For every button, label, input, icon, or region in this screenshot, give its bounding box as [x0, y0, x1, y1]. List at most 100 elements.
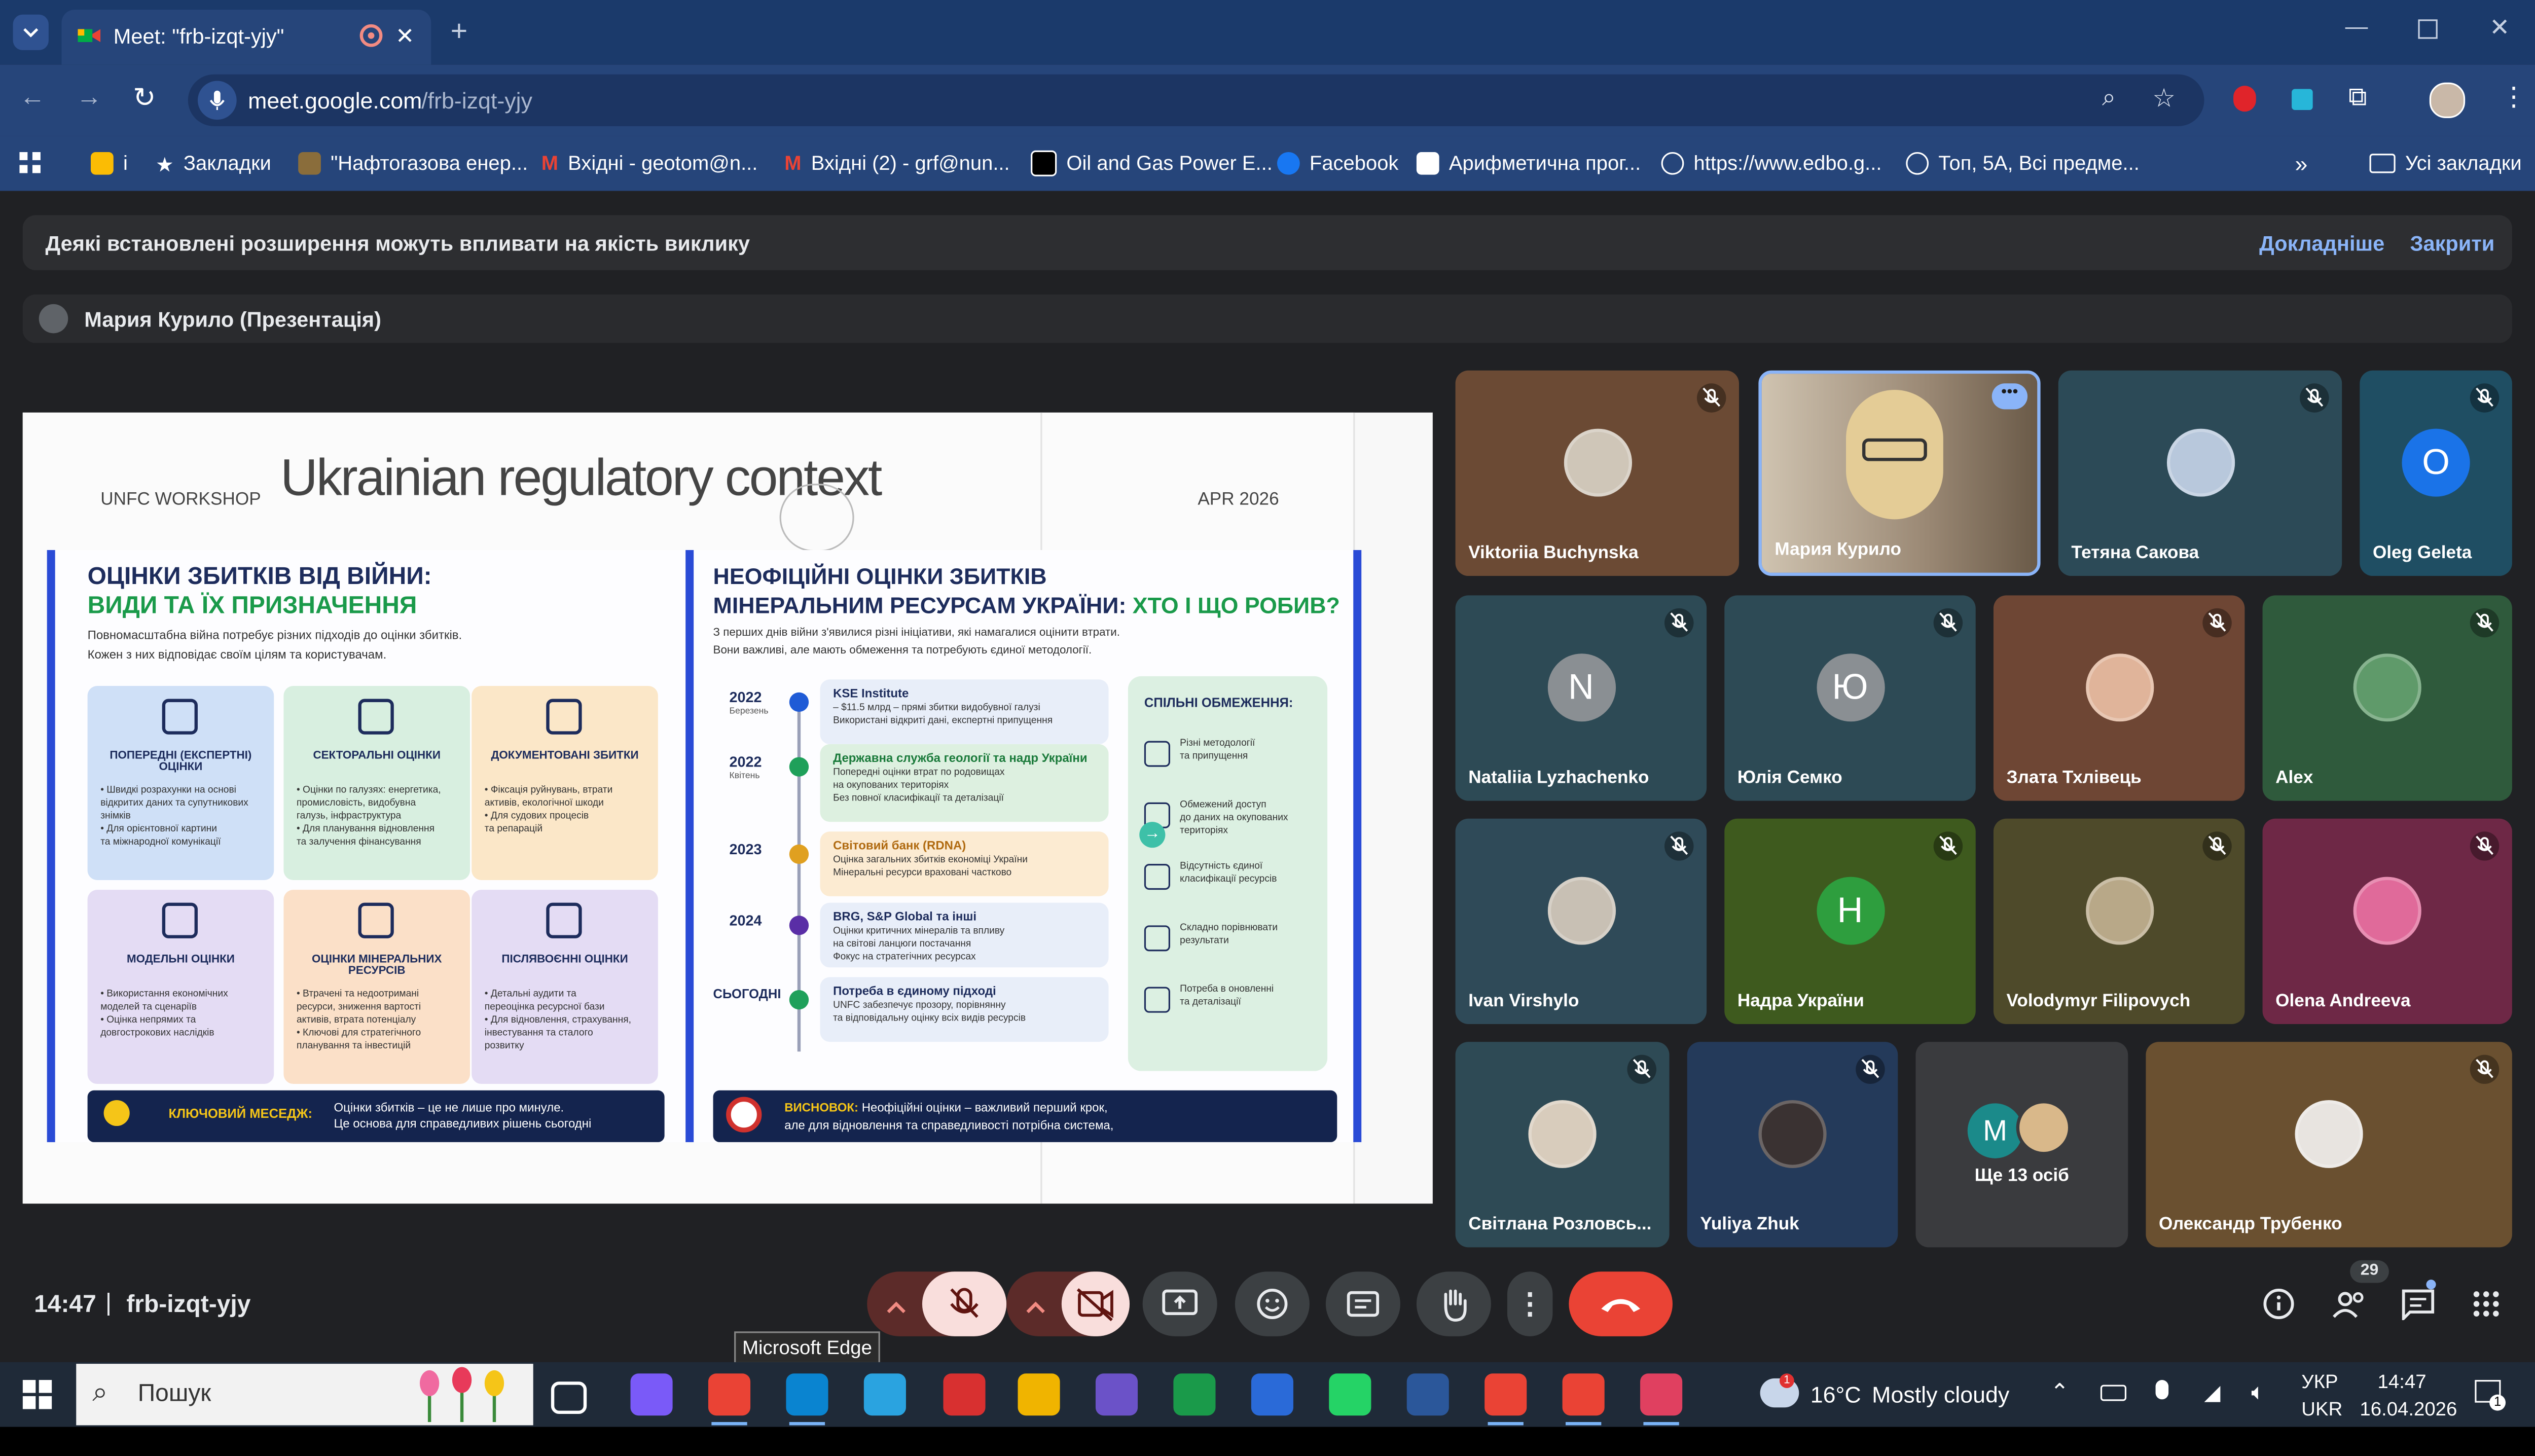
- browser-menu-icon[interactable]: ⋮: [2501, 81, 2526, 114]
- viber-icon[interactable]: [1095, 1373, 1138, 1416]
- participant-tile[interactable]: Олександр Трубенко: [2146, 1042, 2512, 1248]
- timeline-year: 2022: [729, 689, 762, 706]
- bookmarks-bar: і ★ Закладки "Нафтогазова енер... M Вхідні…: [0, 136, 2535, 191]
- participant-initial-avatar: O: [2402, 428, 2470, 496]
- tile-more-icon[interactable]: •••: [1991, 383, 2028, 410]
- tray-chevron-icon[interactable]: ⌃: [2050, 1378, 2070, 1406]
- microphone-toggle-button[interactable]: [922, 1271, 1007, 1336]
- activities-button[interactable]: [2473, 1291, 2499, 1325]
- language-line-1[interactable]: УКР: [2301, 1370, 2338, 1393]
- save-icon[interactable]: [1251, 1373, 1293, 1416]
- chrome-profile-2-icon[interactable]: [1562, 1373, 1605, 1416]
- participant-tile[interactable]: Н Надра України: [1724, 818, 1976, 1024]
- extension-red-icon[interactable]: [2233, 86, 2256, 112]
- participant-tile[interactable]: Тетяна Сакова: [2058, 370, 2342, 576]
- greenshot-icon[interactable]: [1173, 1373, 1216, 1416]
- language-line-2[interactable]: UKR: [2301, 1398, 2342, 1421]
- chrome-icon[interactable]: [708, 1373, 751, 1416]
- bookmark-item[interactable]: M Вхідні (2) - grf@nun...: [784, 136, 1009, 191]
- copilot-icon[interactable]: [630, 1373, 673, 1416]
- participant-tile[interactable]: Alex: [2262, 595, 2512, 801]
- bookmark-item[interactable]: M Вхідні - geotom@n...: [541, 136, 758, 191]
- forward-button[interactable]: →: [76, 84, 102, 113]
- participant-tile[interactable]: Злата Тхлівець: [1993, 595, 2245, 801]
- bookmark-item[interactable]: ★ Закладки: [156, 136, 271, 191]
- minimize-button[interactable]: —: [2345, 13, 2368, 39]
- captions-button[interactable]: [1325, 1271, 1400, 1336]
- zoom-search-icon[interactable]: ⌕: [2102, 84, 2116, 112]
- bookmark-item[interactable]: і: [91, 136, 128, 191]
- extensions-puzzle-icon[interactable]: ⧉: [2348, 84, 2367, 113]
- participant-tile[interactable]: Yuliya Zhuk: [1687, 1042, 1898, 1248]
- muted-mic-icon: [1856, 1054, 1885, 1084]
- participant-tile[interactable]: ••• Мария Курило: [1758, 370, 2041, 576]
- present-button[interactable]: [1142, 1271, 1217, 1336]
- tab-meet[interactable]: Meet: "frb-izqt-yjy" ✕: [61, 10, 431, 65]
- clock-time[interactable]: 14:47: [2378, 1370, 2427, 1393]
- people-button[interactable]: [2331, 1288, 2370, 1328]
- participant-tile[interactable]: N Nataliia Lyzhachenko: [1455, 595, 1707, 801]
- bookmark-item[interactable]: Топ, 5А, Всі предме...: [1906, 136, 2140, 191]
- close-notice-button[interactable]: Закрити: [2410, 231, 2494, 256]
- tab-search-button[interactable]: [13, 14, 49, 50]
- telegram-icon[interactable]: [863, 1373, 906, 1416]
- word-icon[interactable]: [1406, 1373, 1449, 1416]
- start-button[interactable]: [22, 1380, 52, 1417]
- bookmark-item[interactable]: Арифметична прог...: [1416, 136, 1641, 191]
- participant-tile[interactable]: Viktoriia Buchynska: [1455, 370, 1740, 576]
- presenter-avatar: [39, 304, 68, 334]
- participant-tile[interactable]: Ю Юлія Семко: [1724, 595, 1976, 801]
- bookmark-item[interactable]: "Нафтогазова енер...: [298, 136, 528, 191]
- volume-icon[interactable]: 🔈︎: [2251, 1378, 2265, 1406]
- mic-options-chevron-icon[interactable]: [887, 1293, 906, 1322]
- wifi-icon[interactable]: ◢: [2204, 1380, 2220, 1406]
- site-info-icon[interactable]: [197, 81, 237, 120]
- meeting-details-button[interactable]: [2263, 1288, 2295, 1328]
- bookmark-item[interactable]: Oil and Gas Power E...: [1031, 136, 1273, 191]
- camera-options-chevron-icon[interactable]: [1026, 1293, 1045, 1322]
- clock-date[interactable]: 16.04.2026: [2360, 1398, 2457, 1421]
- bookmark-star-icon[interactable]: ☆: [2152, 83, 2176, 115]
- muted-mic-icon: [2470, 608, 2500, 638]
- card-text: • Ключові для стратегічного: [296, 1029, 421, 1039]
- participant-tile[interactable]: O Oleg Geleta: [2360, 370, 2512, 576]
- battery-icon[interactable]: [2100, 1385, 2127, 1401]
- learn-more-link[interactable]: Докладніше: [2259, 231, 2384, 256]
- microphone-icon[interactable]: [2155, 1380, 2169, 1400]
- address-bar[interactable]: meet.google.com /frb-izqt-yjy ⌕ ☆: [188, 74, 2204, 126]
- bookmark-item[interactable]: Facebook: [1277, 136, 1398, 191]
- reactions-button[interactable]: [1235, 1271, 1310, 1336]
- participant-tile[interactable]: M Ще 13 осіб: [1915, 1042, 2128, 1248]
- more-options-button[interactable]: ⋮: [1507, 1271, 1553, 1336]
- bookmark-item[interactable]: https://www.edbo.g...: [1661, 136, 1881, 191]
- participant-photo-avatar: [1758, 1099, 1827, 1168]
- leave-call-button[interactable]: [1569, 1271, 1673, 1336]
- chat-button[interactable]: [2400, 1288, 2436, 1328]
- more-bookmarks-icon[interactable]: »: [2295, 136, 2307, 191]
- screen-recorder-icon[interactable]: [1640, 1373, 1683, 1416]
- participant-tile[interactable]: Світлана Розловсь...: [1455, 1042, 1670, 1248]
- participant-tile[interactable]: Olena Andreeva: [2262, 818, 2512, 1024]
- pdf-icon[interactable]: [943, 1373, 986, 1416]
- file-explorer-icon[interactable]: [1018, 1373, 1060, 1416]
- profile-avatar[interactable]: [2429, 82, 2466, 118]
- all-bookmarks-button[interactable]: Усі закладки: [2369, 136, 2522, 191]
- extension-blue-icon[interactable]: [2292, 89, 2313, 110]
- raise-hand-button[interactable]: [1416, 1271, 1491, 1336]
- participant-tile[interactable]: Ivan Virshylo: [1455, 818, 1707, 1024]
- new-tab-button[interactable]: +: [451, 15, 468, 49]
- close-tab-icon[interactable]: ✕: [395, 23, 415, 50]
- taskbar-search[interactable]: ⌕ Пошук: [76, 1364, 533, 1426]
- close-window-button[interactable]: ✕: [2489, 13, 2510, 42]
- participant-tile[interactable]: Volodymyr Filipovych: [1993, 818, 2245, 1024]
- chrome-profile-icon[interactable]: [1484, 1373, 1527, 1416]
- reload-button[interactable]: ↻: [133, 83, 156, 115]
- edge-icon[interactable]: [786, 1373, 828, 1416]
- maximize-button[interactable]: [2418, 19, 2438, 39]
- camera-toggle-button[interactable]: [1061, 1271, 1130, 1336]
- back-button[interactable]: ←: [19, 84, 45, 113]
- whatsapp-icon[interactable]: [1329, 1373, 1371, 1416]
- task-view-icon[interactable]: [551, 1381, 587, 1414]
- right-intro-2: Вони важливі, але мають обмеження та пот…: [713, 645, 1092, 657]
- apps-grid-icon[interactable]: [19, 136, 42, 191]
